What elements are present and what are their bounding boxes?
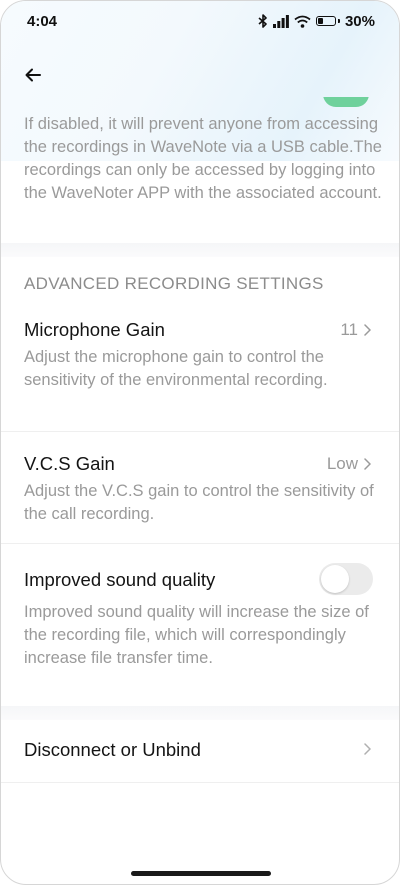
bluetooth-icon <box>258 14 268 28</box>
signal-icon <box>272 14 289 28</box>
disconnect-chevron-wrap <box>364 743 371 755</box>
status-bar: 4:04 30% <box>1 1 399 41</box>
phone-screen: 4:04 30% If disabled, it will prevent an… <box>0 0 400 885</box>
chevron-right-icon <box>364 743 371 755</box>
battery-icon <box>315 16 340 26</box>
sound-quality-title: Improved sound quality <box>24 569 216 590</box>
vcs-gain-title: V.C.S Gain <box>24 453 115 474</box>
vcs-gain-row[interactable]: V.C.S Gain Low Adjust the V.C.S gain to … <box>1 445 399 541</box>
status-icons: 30% <box>258 13 375 30</box>
section-separator <box>1 706 399 720</box>
sound-quality-toggle[interactable] <box>319 563 373 595</box>
divider <box>1 782 399 783</box>
microphone-gain-value: 11 <box>340 320 358 339</box>
chevron-right-icon <box>364 324 371 336</box>
vcs-gain-value-wrap: Low <box>327 454 371 474</box>
section-separator <box>1 243 399 257</box>
microphone-gain-row[interactable]: Microphone Gain 11 Adjust the microphone… <box>1 311 399 429</box>
divider <box>1 431 399 432</box>
back-button[interactable] <box>21 63 45 87</box>
vcs-gain-value: Low <box>326 454 358 473</box>
disconnect-title: Disconnect or Unbind <box>24 739 201 760</box>
microphone-gain-title: Microphone Gain <box>24 319 165 340</box>
battery-percent: 30% <box>344 12 375 30</box>
sound-quality-description: Improved sound quality will increase the… <box>24 603 369 667</box>
microphone-gain-value-wrap: 11 <box>340 320 371 340</box>
wifi-icon <box>294 15 311 28</box>
chevron-right-icon <box>364 458 371 470</box>
arrow-left-icon <box>25 68 41 82</box>
disconnect-row[interactable]: Disconnect or Unbind <box>1 723 399 781</box>
divider <box>1 543 399 544</box>
usb-access-description: If disabled, it will prevent anyone from… <box>24 115 382 202</box>
status-time: 4:04 <box>27 12 58 30</box>
home-indicator[interactable] <box>131 871 271 876</box>
microphone-gain-description: Adjust the microphone gain to control th… <box>24 348 328 389</box>
battery-level-fill <box>317 18 323 24</box>
section-title: ADVANCED RECORDING SETTINGS <box>24 274 324 293</box>
vcs-gain-description: Adjust the V.C.S gain to control the sen… <box>24 482 374 523</box>
toggle-knob <box>321 565 349 593</box>
usb-access-toggle-partial[interactable] <box>323 97 369 109</box>
